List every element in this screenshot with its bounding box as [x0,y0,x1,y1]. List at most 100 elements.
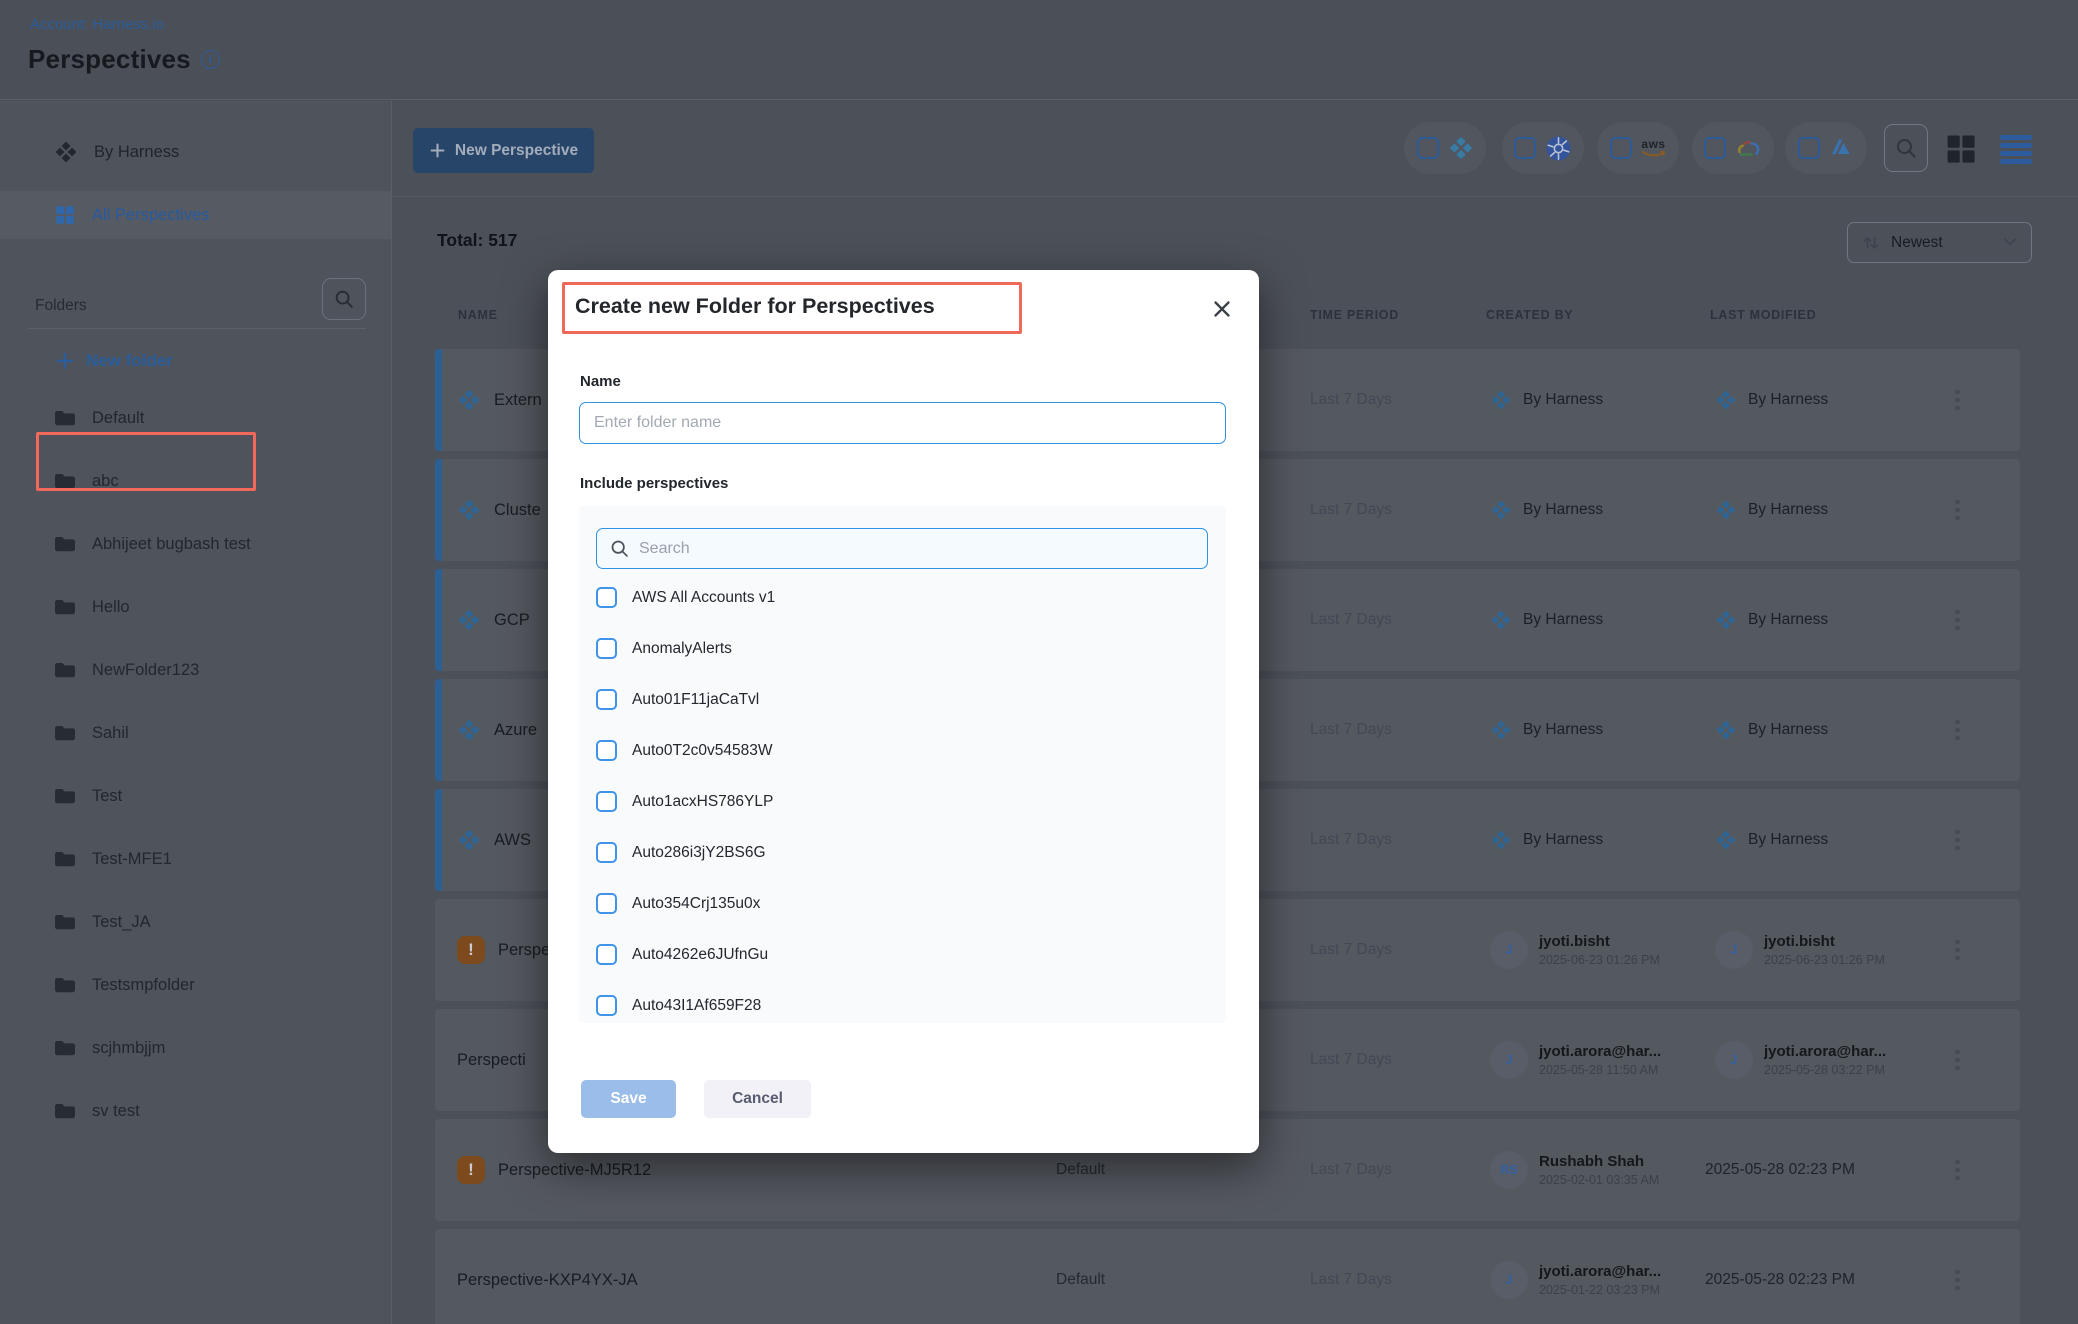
time-period-cell: Last 7 Days [1310,1119,1392,1221]
folder-name: Abhijeet bugbash test [92,535,251,554]
last-modified-cell: By Harness [1715,569,1828,671]
cancel-button[interactable]: Cancel [704,1080,811,1118]
account-breadcrumb[interactable]: Account: Harness.io [30,16,164,33]
perspective-name: GCP [494,611,530,630]
provider-filter-azure[interactable] [1785,122,1867,174]
grid-view-icon [1943,132,1979,166]
sidebar-folder-item[interactable]: Sahil [0,702,391,765]
perspective-option[interactable]: Auto01F11jaCaTvl [579,674,1226,725]
folder-icon [54,976,76,994]
sidebar-folder-item[interactable]: Abhijeet bugbash test [0,513,391,576]
folder-icon [54,724,76,742]
harness-icon [1490,719,1512,741]
sidebar-item-by-harness[interactable]: By Harness [0,128,391,176]
folder-name: NewFolder123 [92,661,199,680]
provider-filter-harness[interactable] [1404,122,1486,174]
total-count: Total: 517 [437,230,517,251]
perspective-option[interactable]: Auto286i3jY2BS6G [579,827,1226,878]
time-period-cell: Last 7 Days [1310,459,1392,561]
perspective-checkbox[interactable] [596,791,617,812]
row-menu-button[interactable] [1955,679,1960,781]
sidebar-item-all-perspectives[interactable]: All Perspectives [0,191,391,239]
close-icon[interactable] [1210,298,1234,322]
perspective-option[interactable]: Auto1acxHS786YLP [579,776,1226,827]
list-view-button[interactable] [2000,135,2032,164]
folder-name-input[interactable] [579,402,1226,444]
row-menu-button[interactable] [1955,349,1960,451]
folder-icon [54,1039,76,1057]
row-menu-button[interactable] [1955,899,1960,1001]
perspective-option-label: Auto01F11jaCaTvl [632,691,759,709]
column-header-time-period: TIME PERIOD [1310,308,1399,322]
row-menu-button[interactable] [1955,789,1960,891]
provider-filter-checkbox[interactable] [1704,137,1726,159]
aws-icon: aws [1641,138,1667,158]
perspective-checkbox[interactable] [596,689,617,710]
perspective-search-input[interactable] [639,540,1195,558]
sort-arrows-icon [1862,234,1880,252]
folder-name: sv test [92,1102,140,1121]
folder-icon [54,472,76,490]
perspective-option[interactable]: AWS All Accounts v1 [579,572,1226,623]
perspective-name: Perspective-KXP4YX-JA [457,1271,638,1290]
sidebar-folder-item[interactable]: sv test [0,1080,391,1143]
sort-dropdown[interactable]: Newest [1847,222,2032,263]
sidebar-folder-item[interactable]: Testsmpfolder [0,954,391,1017]
perspective-checkbox[interactable] [596,944,617,965]
info-icon[interactable]: i [201,50,220,69]
perspective-checkbox[interactable] [596,587,617,608]
perspective-option[interactable]: Auto43I1Af659F28 [579,980,1226,1023]
sidebar-folder-item[interactable]: Test_JA [0,891,391,954]
folder-name: abc [92,472,119,491]
last-modified-cell: J jyoti.arora@har... 2025-05-28 03:22 PM [1715,1009,1886,1111]
time-period-cell: Last 7 Days [1310,899,1392,1001]
harness-icon [1715,719,1737,741]
provider-filter-kubernetes[interactable] [1502,122,1584,174]
perspective-search-button[interactable] [1884,124,1928,172]
sidebar-folder-item[interactable]: Default [0,387,391,450]
folders-search-button[interactable] [322,278,366,320]
folder-cell: Default [1056,1229,1105,1324]
perspectives-page: Account: Harness.io Perspectives i By Ha… [0,0,2078,1324]
time-period-cell: Last 7 Days [1310,679,1392,781]
provider-filter-checkbox[interactable] [1610,137,1632,159]
perspective-checkbox[interactable] [596,638,617,659]
perspective-checkbox[interactable] [596,995,617,1016]
time-period-cell: Last 7 Days [1310,349,1392,451]
perspective-option[interactable]: Auto354Crj135u0x [579,878,1226,929]
save-button[interactable]: Save [581,1080,676,1118]
grid-view-button[interactable] [1943,131,1979,167]
new-folder-button[interactable]: New folder [55,344,173,378]
sidebar-folder-item[interactable]: Hello [0,576,391,639]
sidebar-folder-item[interactable]: Test [0,765,391,828]
provider-filter-gcp[interactable] [1692,122,1774,174]
provider-filter-checkbox[interactable] [1514,137,1536,159]
sidebar-folder-item[interactable]: NewFolder123 [0,639,391,702]
row-menu-button[interactable] [1955,569,1960,671]
new-perspective-button[interactable]: New Perspective [413,128,594,173]
perspective-row[interactable]: Perspective-KXP4YX-JA Default Last 7 Day… [435,1229,2020,1324]
perspective-option[interactable]: AnomalyAlerts [579,623,1226,674]
alert-icon: ! [457,936,485,964]
perspective-option-label: Auto0T2c0v54583W [632,742,772,760]
sidebar-folder-item[interactable]: Test-MFE1 [0,828,391,891]
row-menu-button[interactable] [1955,1009,1960,1111]
row-menu-button[interactable] [1955,459,1960,561]
provider-filter-aws[interactable]: aws [1597,122,1679,174]
perspective-option[interactable]: Auto0T2c0v54583W [579,725,1226,776]
perspective-checkbox[interactable] [596,740,617,761]
folder-name: Testsmpfolder [92,976,195,995]
perspective-checkbox[interactable] [596,893,617,914]
harness-icon [54,140,78,164]
provider-filter-checkbox[interactable] [1417,137,1439,159]
perspective-name: AWS [494,831,531,850]
perspective-checkbox[interactable] [596,842,617,863]
row-menu-button[interactable] [1955,1229,1960,1324]
provider-filter-checkbox[interactable] [1798,137,1820,159]
sidebar-folder-item[interactable]: abc [0,450,391,513]
row-menu-button[interactable] [1955,1119,1960,1221]
sidebar-folder-item[interactable]: scjhmbjjm [0,1017,391,1080]
perspective-option[interactable]: Auto4262e6JUfnGu [579,929,1226,980]
search-icon [1894,136,1918,160]
harness-icon [1715,499,1737,521]
